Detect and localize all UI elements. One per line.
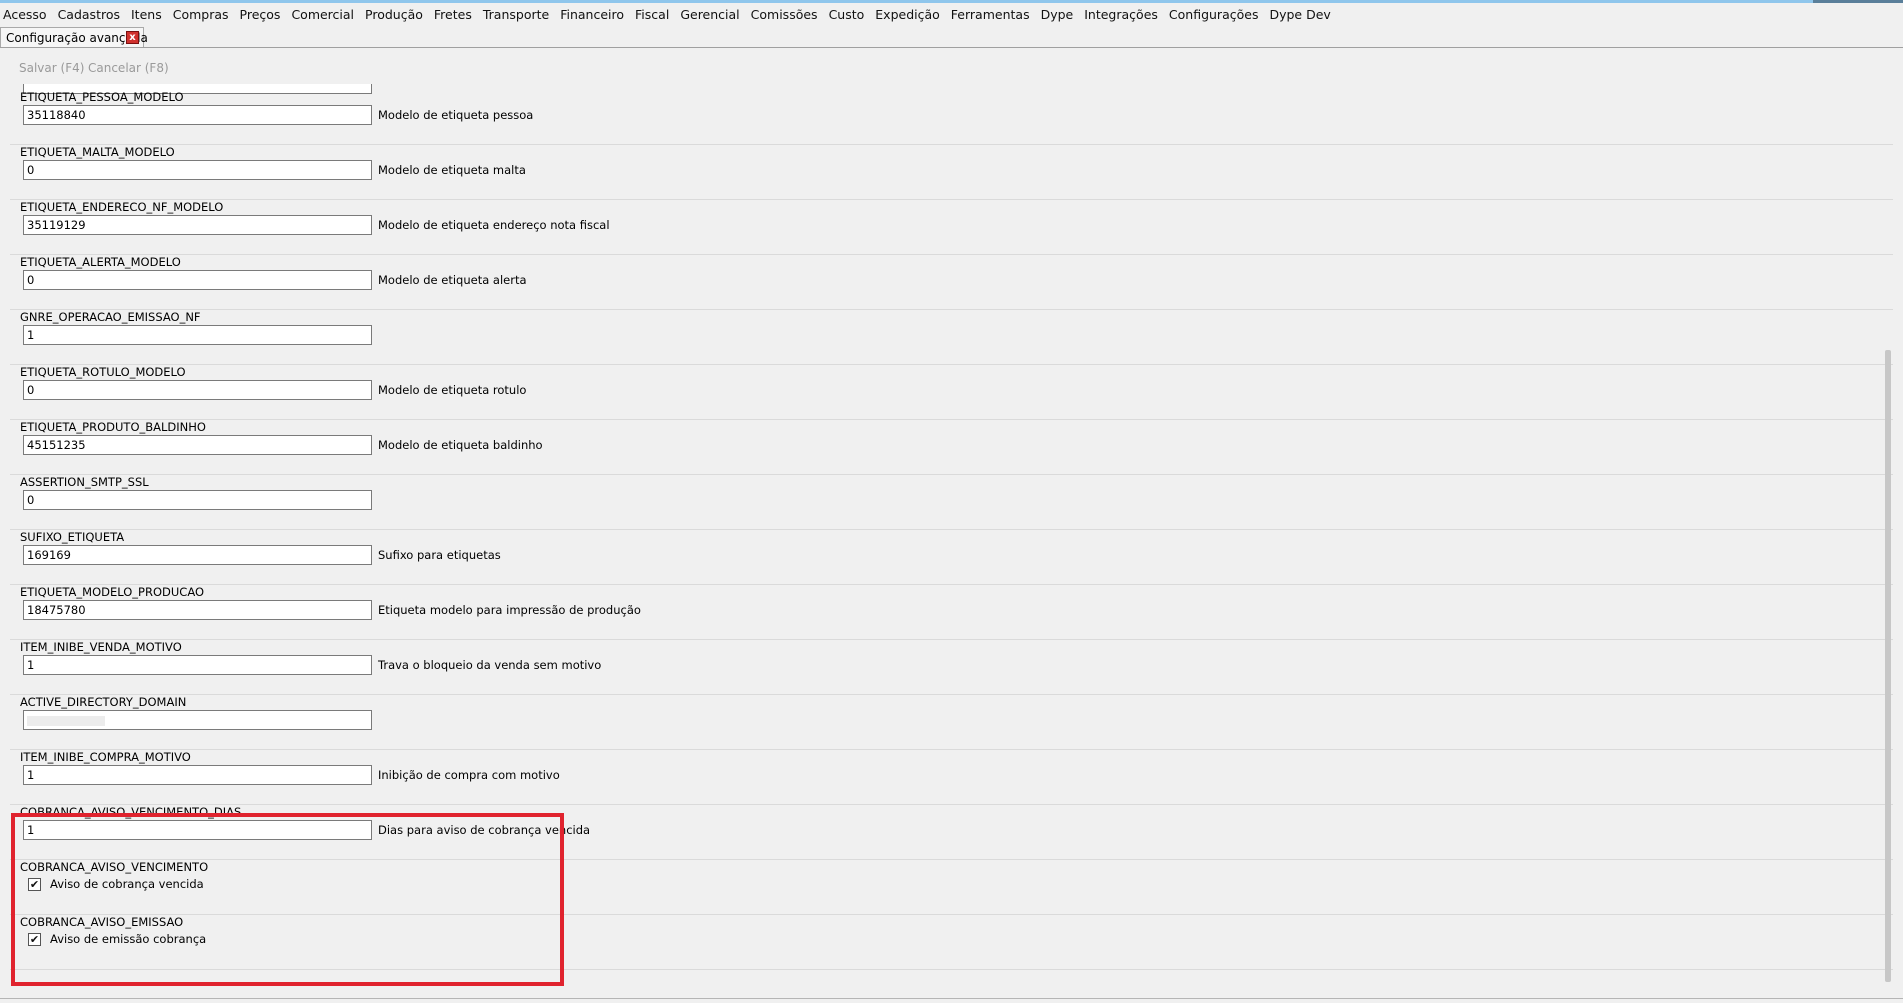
setting-row: ETIQUETA_MALTA_MODELO 0 Modelo de etiqueta… — [10, 145, 1893, 200]
setting-key: COBRANCA_AVISO_VENCIMENTO_DIAS — [20, 805, 242, 819]
toolbar: Salvar (F4) Cancelar (F8) — [0, 58, 1903, 82]
cancel-button[interactable]: Cancelar (F8) — [88, 61, 169, 75]
setting-row: COBRANCA_AVISO_VENCIMENTO_DIAS 1 Dias para… — [10, 805, 1893, 860]
setting-description: Modelo de etiqueta malta — [378, 163, 526, 177]
setting-key: GNRE_OPERACAO_EMISSAO_NF — [20, 310, 201, 324]
setting-description: Modelo de etiqueta rotulo — [378, 383, 527, 397]
setting-row: ETIQUETA_ALERTA_MODELO 0 Modelo de etiquet… — [10, 255, 1893, 310]
setting-row: ACTIVE_DIRECTORY_DOMAIN — [10, 695, 1893, 750]
setting-description: Inibição de compra com motivo — [378, 768, 560, 782]
setting-row: ASSERTION_SMTP_SSL 0 — [10, 475, 1893, 530]
setting-row: COBRANCA_AVISO_EMISSAO ✔ Aviso de emissão … — [10, 915, 1893, 970]
setting-key: ETIQUETA_ALERTA_MODELO — [20, 255, 181, 269]
menu-item-compras[interactable]: Compras — [169, 3, 236, 27]
menu-item-custo[interactable]: Custo — [825, 3, 872, 27]
setting-row: GNRE_OPERACAO_EMISSAO_NF 1 — [10, 310, 1893, 365]
menu-item-comiss-es[interactable]: Comissões — [747, 3, 825, 27]
settings-list: ETIQUETA_PESSOA_MODELO 35118840 Modelo de … — [10, 84, 1893, 984]
setting-description: Modelo de etiqueta endereço nota fiscal — [378, 218, 610, 232]
tab-configuracao-avancada[interactable]: Configuração avançada x — [0, 27, 148, 47]
greyed-placeholder — [27, 715, 105, 726]
menu-item-gerencial[interactable]: Gerencial — [676, 3, 746, 27]
save-button[interactable]: Salvar (F4) — [19, 61, 84, 75]
setting-value-input[interactable]: 169169 — [23, 545, 372, 565]
setting-description: Dias para aviso de cobrança vencida — [378, 823, 591, 837]
setting-checkbox[interactable]: ✔ — [28, 933, 41, 946]
setting-description: Sufixo para etiquetas — [378, 548, 501, 562]
setting-value-input[interactable]: 35119129 — [23, 215, 372, 235]
setting-description: Trava o bloqueio da venda sem motivo — [378, 658, 602, 672]
setting-row: SUFIXO_ETIQUETA 169169 Sufixo para etiquet… — [10, 530, 1893, 585]
menu-item-dype-dev[interactable]: Dype Dev — [1265, 3, 1337, 27]
setting-description: Modelo de etiqueta pessoa — [378, 108, 534, 122]
setting-description: Modelo de etiqueta baldinho — [378, 438, 543, 452]
setting-key: ETIQUETA_PRODUTO_BALDINHO — [20, 420, 206, 434]
menu-item-cadastros[interactable]: Cadastros — [54, 3, 127, 27]
setting-description: Etiqueta modelo para impressão de produç… — [378, 603, 641, 617]
setting-key: COBRANCA_AVISO_VENCIMENTO — [20, 860, 209, 874]
setting-value-input[interactable]: 0 — [23, 270, 372, 290]
setting-key: ETIQUETA_ENDERECO_NF_MODELO — [20, 200, 224, 214]
setting-row: ITEM_INIBE_VENDA_MOTIVO 1 Trava o bloqueio… — [10, 640, 1893, 695]
setting-value-input[interactable]: 0 — [23, 160, 372, 180]
setting-value-input[interactable]: 0 — [23, 380, 372, 400]
setting-key: ACTIVE_DIRECTORY_DOMAIN — [20, 695, 187, 709]
menu-item-financeiro[interactable]: Financeiro — [556, 3, 631, 27]
setting-key: ITEM_INIBE_VENDA_MOTIVO — [20, 640, 182, 654]
setting-key: ETIQUETA_ROTULO_MODELO — [20, 365, 186, 379]
setting-description: Modelo de etiqueta alerta — [378, 273, 527, 287]
setting-value-input[interactable]: 1 — [23, 765, 372, 785]
menu-item-produ-o[interactable]: Produção — [361, 3, 430, 27]
menu-item-acesso[interactable]: Acesso — [0, 3, 54, 27]
setting-key: ETIQUETA_MALTA_MODELO — [20, 145, 175, 159]
vertical-scrollbar[interactable] — [1885, 350, 1891, 982]
menu-item-fretes[interactable]: Fretes — [430, 3, 479, 27]
setting-checkbox-label: Aviso de cobrança vencida — [50, 877, 204, 891]
menu-item-dype[interactable]: Dype — [1037, 3, 1081, 27]
setting-row: ETIQUETA_ENDERECO_NF_MODELO 35119129 Model… — [10, 200, 1893, 255]
setting-key: ETIQUETA_MODELO_PRODUCAO — [20, 585, 205, 599]
setting-value-input[interactable] — [23, 710, 372, 730]
menu-item-ferramentas[interactable]: Ferramentas — [947, 3, 1037, 27]
tab-strip: Configuração avançada x — [0, 27, 1903, 48]
setting-checkbox[interactable]: ✔ — [28, 878, 41, 891]
setting-key: SUFIXO_ETIQUETA — [20, 530, 125, 544]
menu-item-pre-os[interactable]: Preços — [236, 3, 288, 27]
setting-row: ITEM_INIBE_COMPRA_MOTIVO 1 Inibição de com… — [10, 750, 1893, 805]
menu-bar: Acesso Cadastros Itens Compras Preços Comerci… — [0, 3, 1903, 27]
setting-value-input[interactable]: 0 — [23, 490, 372, 510]
setting-row: ETIQUETA_PESSOA_MODELO 35118840 Modelo de … — [10, 90, 1893, 145]
setting-row: ETIQUETA_ROTULO_MODELO 0 Modelo de etiquet… — [10, 365, 1893, 420]
setting-value-input[interactable]: 1 — [23, 325, 372, 345]
checkmark-icon: ✔ — [29, 933, 40, 946]
setting-row: COBRANCA_AVISO_VENCIMENTO ✔ Aviso de cobra… — [10, 860, 1893, 915]
menu-item-fiscal[interactable]: Fiscal — [631, 3, 676, 27]
checkmark-icon: ✔ — [29, 878, 40, 891]
setting-value-input[interactable]: 35118840 — [23, 105, 372, 125]
setting-value-input[interactable]: 1 — [23, 655, 372, 675]
setting-value-input[interactable]: 45151235 — [23, 435, 372, 455]
close-icon[interactable]: x — [126, 31, 139, 44]
setting-key: ITEM_INIBE_COMPRA_MOTIVO — [20, 750, 191, 764]
menu-item-transporte[interactable]: Transporte — [479, 3, 556, 27]
menu-item-comercial[interactable]: Comercial — [287, 3, 361, 27]
setting-key: ETIQUETA_PESSOA_MODELO — [20, 90, 184, 104]
setting-row: ETIQUETA_MODELO_PRODUCAO 18475780 Etiqueta… — [10, 585, 1893, 640]
setting-checkbox-label: Aviso de emissão cobrança — [50, 932, 207, 946]
menu-item-itens[interactable]: Itens — [127, 3, 169, 27]
setting-value-input[interactable]: 1 — [23, 820, 372, 840]
bottom-border — [0, 998, 1903, 999]
setting-value-input[interactable]: 18475780 — [23, 600, 372, 620]
menu-item-expedi-o[interactable]: Expedição — [871, 3, 947, 27]
setting-key: ASSERTION_SMTP_SSL — [20, 475, 149, 489]
menu-item-integra-es[interactable]: Integrações — [1080, 3, 1165, 27]
menu-item-configura-es[interactable]: Configurações — [1165, 3, 1266, 27]
setting-key: COBRANCA_AVISO_EMISSAO — [20, 915, 184, 929]
setting-row: ETIQUETA_PRODUTO_BALDINHO 45151235 Modelo … — [10, 420, 1893, 475]
